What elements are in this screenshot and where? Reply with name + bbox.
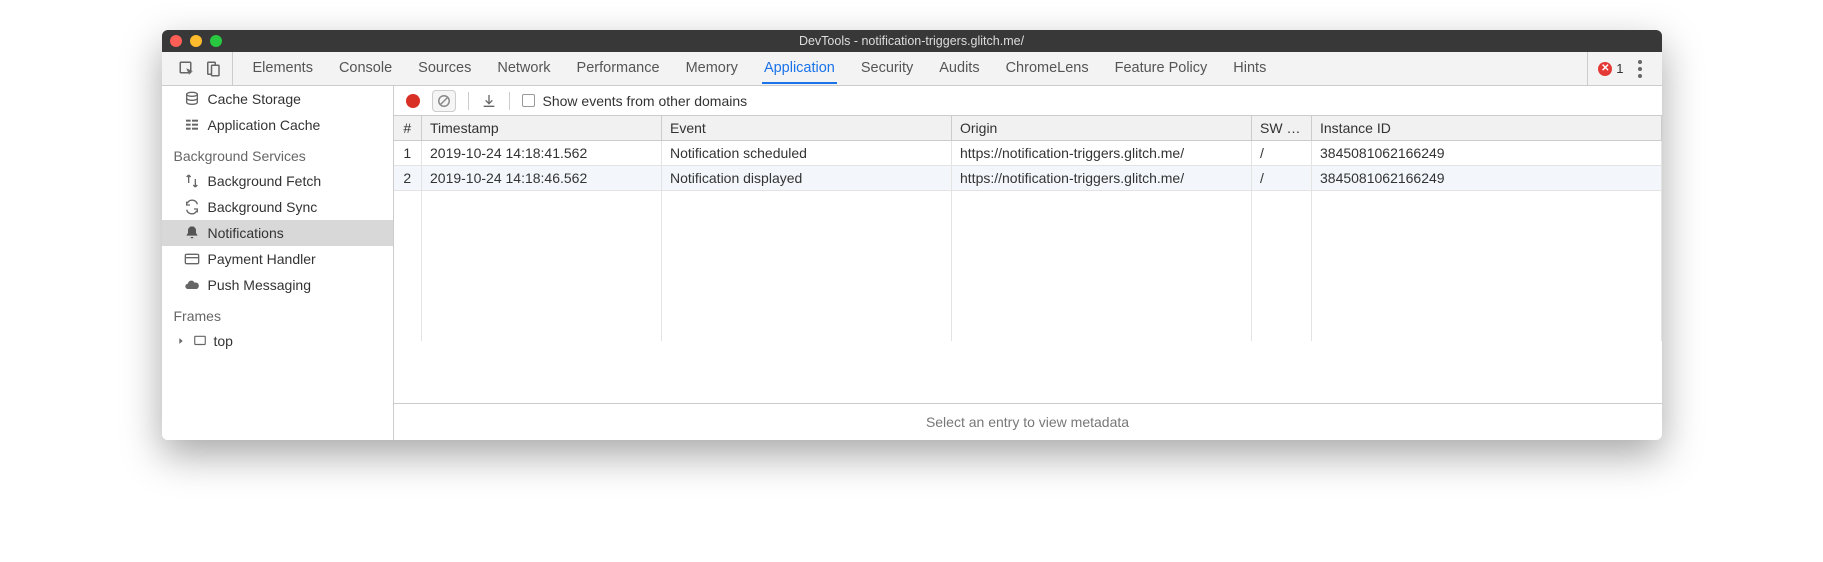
grid-icon [184,117,200,133]
notifications-toolbar: Show events from other domains [394,86,1662,116]
cell-origin: https://notification-triggers.glitch.me/ [952,141,1252,166]
record-button[interactable] [406,94,420,108]
sidebar-item-label: Payment Handler [208,251,316,267]
panel-tabs: Elements Console Sources Network Performance… [233,52,1588,85]
cell-num: 1 [394,141,422,166]
cell-instance: 3845081062166249 [1312,166,1662,191]
sidebar-item-frame-top[interactable]: top [162,328,393,354]
sidebar-item-notifications[interactable]: Notifications [162,220,393,246]
tab-chromelens[interactable]: ChromeLens [1004,54,1091,84]
device-toolbar-icon[interactable] [204,60,222,78]
download-button[interactable] [481,93,497,109]
tab-feature-policy[interactable]: Feature Policy [1113,54,1210,84]
inspect-element-icon[interactable] [178,60,196,78]
window-title: DevTools - notification-triggers.glitch.… [162,34,1662,48]
chevron-right-icon [176,333,186,349]
more-menu-icon[interactable] [1634,56,1646,82]
sidebar-item-label: top [214,333,233,349]
transfer-icon [184,173,200,189]
col-instance[interactable]: Instance ID [1312,116,1662,141]
error-count[interactable]: ✕ 1 [1598,61,1623,76]
close-window-button[interactable] [170,35,182,47]
metadata-hint: Select an entry to view metadata [394,403,1662,440]
database-icon [184,91,200,107]
sidebar-section-frames: Frames [162,298,393,328]
sidebar-item-label: Background Fetch [208,173,322,189]
tab-sources[interactable]: Sources [416,54,473,84]
application-sidebar: Cache Storage Application Cache Backgrou… [162,86,394,440]
sidebar-item-background-fetch[interactable]: Background Fetch [162,168,393,194]
cell-timestamp: 2019-10-24 14:18:46.562 [422,166,662,191]
tab-console[interactable]: Console [337,54,394,84]
sidebar-item-label: Background Sync [208,199,318,215]
cell-sw: / [1252,141,1312,166]
checkbox-icon [522,94,535,107]
cloud-icon [184,277,200,293]
col-num[interactable]: # [394,116,422,141]
col-sw[interactable]: SW … [1252,116,1312,141]
sidebar-item-cache-storage[interactable]: Cache Storage [162,86,393,112]
sidebar-section-background-services: Background Services [162,138,393,168]
sync-icon [184,199,200,215]
error-icon: ✕ [1598,62,1612,76]
tab-application[interactable]: Application [762,54,837,84]
sidebar-item-label: Cache Storage [208,91,301,107]
bell-icon [184,225,200,241]
cell-timestamp: 2019-10-24 14:18:41.562 [422,141,662,166]
sidebar-item-background-sync[interactable]: Background Sync [162,194,393,220]
sidebar-item-label: Application Cache [208,117,321,133]
tab-network[interactable]: Network [495,54,552,84]
checkbox-label: Show events from other domains [543,93,748,109]
tab-performance[interactable]: Performance [575,54,662,84]
window-controls [170,35,222,47]
main-tabbar: Elements Console Sources Network Performance… [162,52,1662,86]
col-timestamp[interactable]: Timestamp [422,116,662,141]
titlebar: DevTools - notification-triggers.glitch.… [162,30,1662,52]
table-row[interactable]: 22019-10-24 14:18:46.562Notification dis… [394,166,1662,191]
credit-card-icon [184,251,200,267]
cell-instance: 3845081062166249 [1312,141,1662,166]
cell-num: 2 [394,166,422,191]
cell-event: Notification displayed [662,166,952,191]
minimize-window-button[interactable] [190,35,202,47]
table-header-row: # Timestamp Event Origin SW … Instance I… [394,116,1662,141]
cell-origin: https://notification-triggers.glitch.me/ [952,166,1252,191]
clear-button[interactable] [432,90,456,112]
toolbar-divider [468,92,469,110]
tab-hints[interactable]: Hints [1231,54,1268,84]
table-filler [394,191,1662,341]
tab-memory[interactable]: Memory [684,54,740,84]
notifications-panel: Show events from other domains # Timesta… [394,86,1662,440]
cell-event: Notification scheduled [662,141,952,166]
panel-body: Cache Storage Application Cache Backgrou… [162,86,1662,440]
sidebar-item-payment-handler[interactable]: Payment Handler [162,246,393,272]
cell-sw: / [1252,166,1312,191]
frame-icon [192,333,208,349]
error-count-value: 1 [1616,61,1623,76]
table-row[interactable]: 12019-10-24 14:18:41.562Notification sch… [394,141,1662,166]
col-origin[interactable]: Origin [952,116,1252,141]
tab-security[interactable]: Security [859,54,915,84]
tabbar-right: ✕ 1 [1587,52,1655,85]
tab-elements[interactable]: Elements [251,54,315,84]
maximize-window-button[interactable] [210,35,222,47]
inspect-tools [168,52,233,85]
show-other-domains-checkbox[interactable]: Show events from other domains [522,93,748,109]
col-event[interactable]: Event [662,116,952,141]
toolbar-divider [509,92,510,110]
devtools-window: DevTools - notification-triggers.glitch.… [162,30,1662,440]
sidebar-item-label: Push Messaging [208,277,312,293]
events-table[interactable]: # Timestamp Event Origin SW … Instance I… [394,116,1662,403]
sidebar-item-push-messaging[interactable]: Push Messaging [162,272,393,298]
sidebar-item-label: Notifications [208,225,284,241]
sidebar-item-application-cache[interactable]: Application Cache [162,112,393,138]
tab-audits[interactable]: Audits [937,54,981,84]
